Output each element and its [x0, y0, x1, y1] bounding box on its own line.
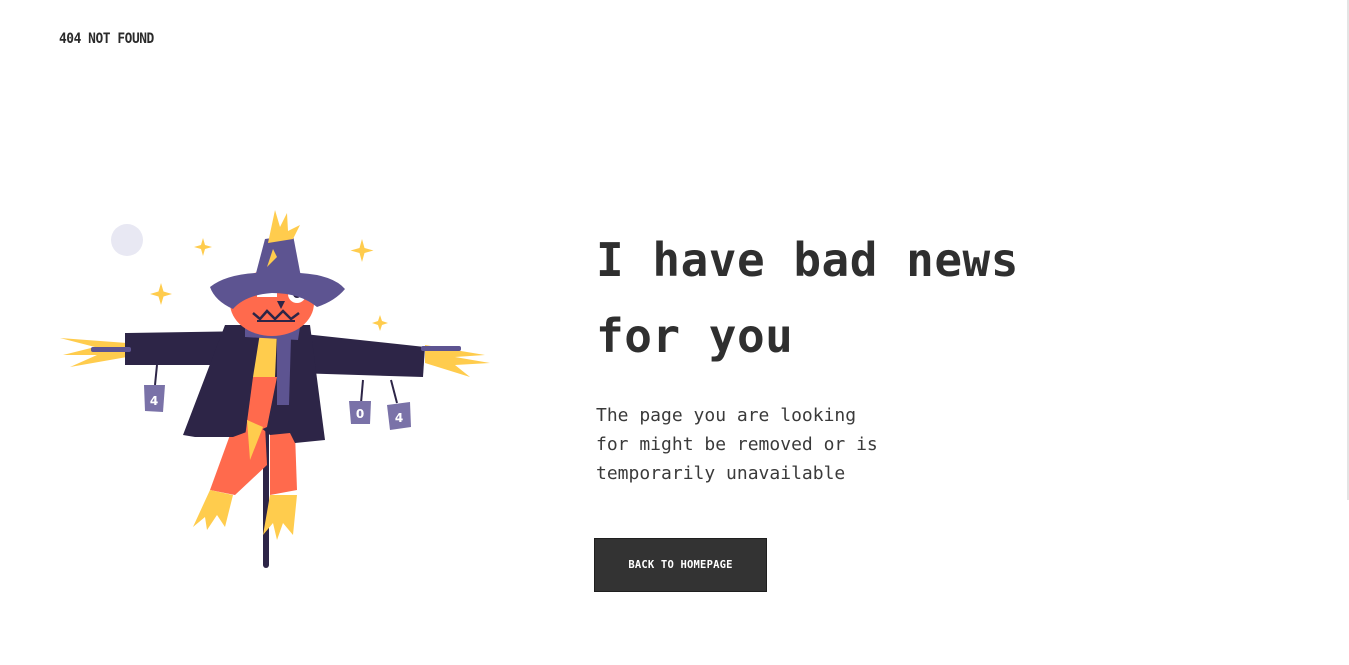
- can-label: 4: [150, 394, 158, 408]
- error-message-section: I have bad news for you The page you are…: [596, 222, 1116, 488]
- can-4-right: 4: [387, 402, 411, 430]
- description-line-3: temporarily unavailable: [596, 463, 846, 484]
- scarecrow-illustration: 4 0 4: [60, 210, 490, 568]
- can-label: 4: [395, 411, 403, 425]
- headline-line-1: I have bad news: [596, 233, 1019, 287]
- not-found-page: 404 NOT FOUND 4 0 4 I have bad news for …: [0, 0, 1349, 665]
- headline-line-2: for you: [596, 309, 794, 363]
- can-0-middle: 0: [349, 401, 371, 424]
- page-headline: I have bad news for you: [596, 222, 1116, 374]
- can-4-left: 4: [144, 385, 165, 412]
- can-label: 0: [356, 407, 364, 421]
- moon-icon: [111, 224, 143, 256]
- error-description: The page you are looking for might be re…: [596, 401, 896, 488]
- description-line-2: for might be removed or is: [596, 434, 878, 455]
- site-brand[interactable]: 404 NOT FOUND: [59, 31, 154, 47]
- description-line-1: The page you are looking: [596, 405, 857, 426]
- back-to-homepage-button[interactable]: BACK TO HOMEPAGE: [594, 538, 767, 592]
